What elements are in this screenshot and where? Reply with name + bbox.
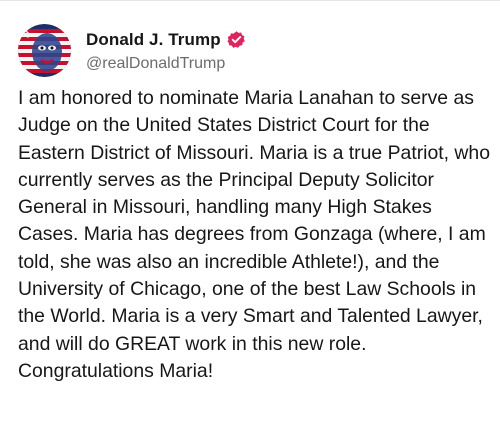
- author-names: Donald J. Trump @realDonaldTrump: [86, 28, 246, 73]
- post-header: Donald J. Trump @realDonaldTrump: [18, 22, 246, 78]
- name-row: Donald J. Trump: [86, 28, 246, 52]
- avatar[interactable]: [18, 23, 71, 77]
- post-text: I am honored to nominate Maria Lanahan t…: [18, 87, 490, 382]
- post-card: Donald J. Trump @realDonaldTrump I am ho…: [0, 0, 500, 442]
- handle[interactable]: @realDonaldTrump: [86, 55, 246, 73]
- verified-badge-icon: [227, 31, 245, 48]
- display-name[interactable]: Donald J. Trump: [86, 30, 221, 50]
